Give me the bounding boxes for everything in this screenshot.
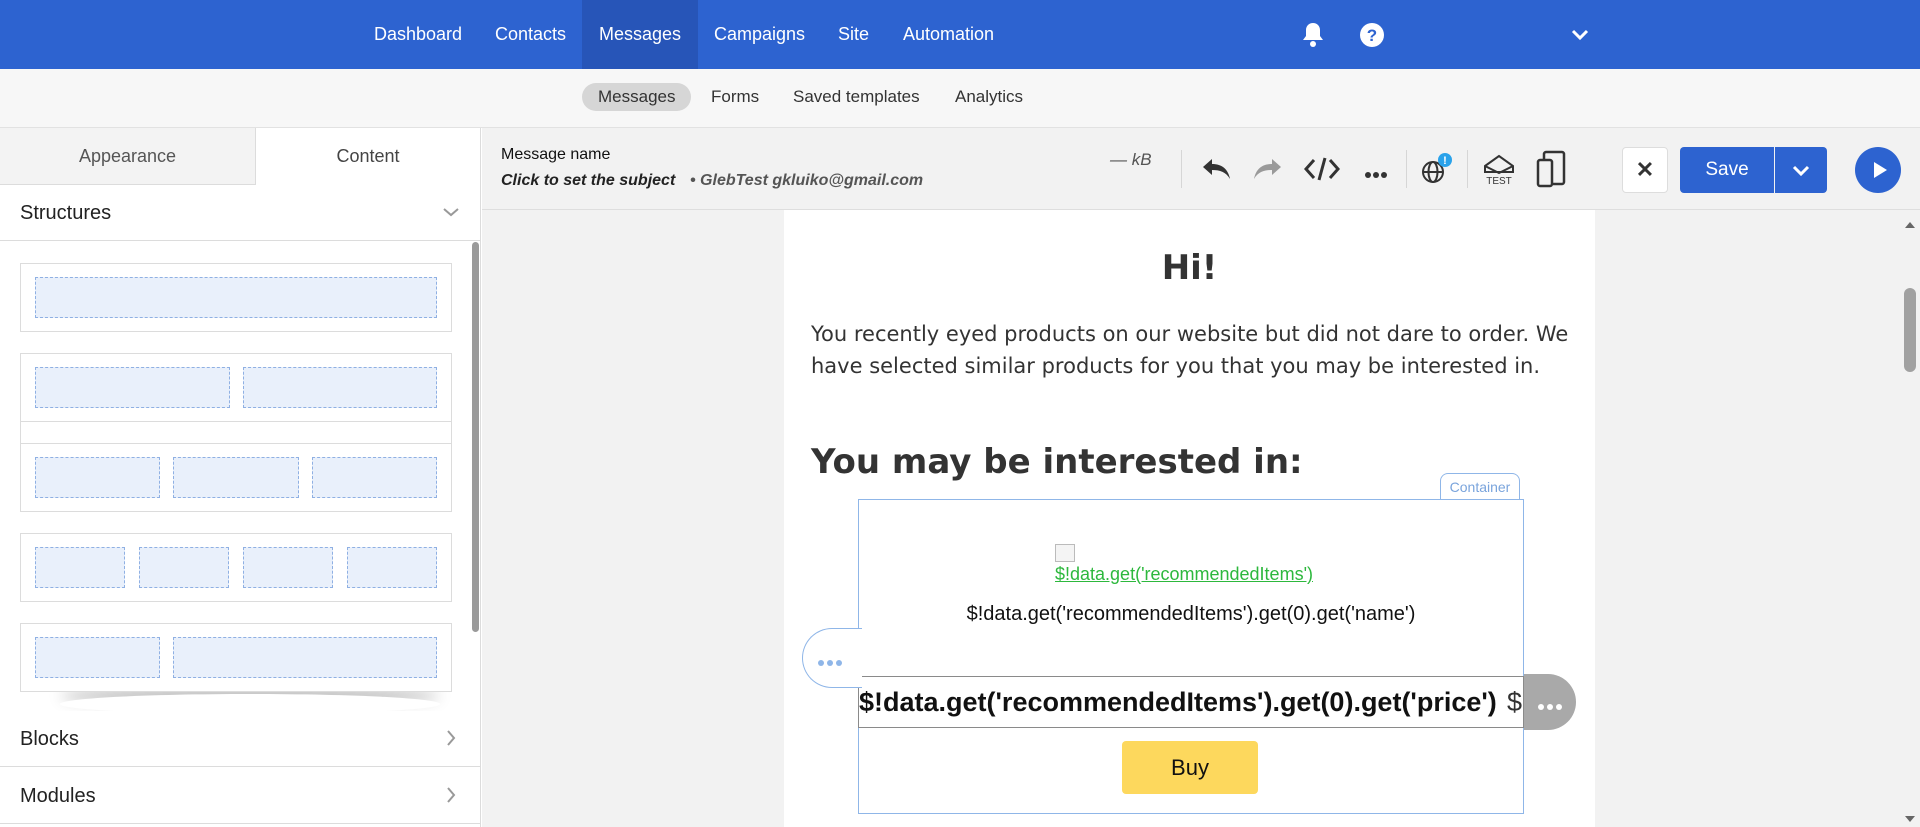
panel-scrollbar[interactable] — [472, 242, 479, 632]
nav-campaigns[interactable]: Campaigns — [697, 0, 822, 69]
nav-contacts[interactable]: Contacts — [478, 0, 583, 69]
structures-list — [0, 242, 470, 712]
chevron-down-icon — [1792, 164, 1810, 182]
blocks-title: Blocks — [20, 728, 79, 750]
globe-icon[interactable]: ! — [1420, 152, 1454, 191]
chevron-right-icon — [442, 727, 460, 754]
chevron-right-icon — [442, 784, 460, 811]
buy-button[interactable]: Buy — [1122, 741, 1258, 794]
product-name[interactable]: $!data.get('recommendedItems').get(0).ge… — [859, 603, 1523, 626]
content-panel: Appearance Content Structures Blocks Mod… — [0, 128, 481, 827]
subject-field[interactable]: Click to set the subject — [501, 172, 675, 190]
nav-messages[interactable]: Messages — [582, 0, 699, 69]
scroll-up-icon[interactable] — [1904, 216, 1916, 234]
account-chevron-down-icon[interactable] — [1571, 28, 1589, 46]
help-icon[interactable]: ? — [1359, 22, 1385, 53]
product-image-link[interactable]: $!data.get('recommendedItems') — [1055, 564, 1313, 585]
subnav-messages[interactable]: Messages — [582, 83, 692, 111]
play-icon — [1872, 161, 1888, 184]
structure-handle[interactable] — [802, 628, 862, 688]
globe-badge: ! — [1443, 155, 1447, 167]
subnav-forms[interactable]: Forms — [695, 83, 775, 111]
more-options-icon — [1537, 698, 1563, 716]
subnav-analytics[interactable]: Analytics — [939, 83, 1039, 111]
tab-appearance[interactable]: Appearance — [0, 128, 256, 185]
save-dropdown-button[interactable] — [1775, 147, 1827, 193]
product-price-row[interactable]: $!data.get('recommendedItems').get(0).ge… — [858, 676, 1524, 728]
canvas-scroll-thumb[interactable] — [1904, 288, 1916, 372]
structures-section-header[interactable]: Structures — [0, 185, 480, 241]
save-button[interactable]: Save — [1680, 147, 1774, 193]
block-handle[interactable] — [1524, 674, 1576, 730]
message-name[interactable]: Message name — [501, 146, 610, 164]
recommendations-heading[interactable]: You may be interested in: — [811, 442, 1303, 482]
container-tag[interactable]: Container — [1440, 473, 1520, 499]
product-image[interactable] — [1055, 544, 1075, 562]
panel-tabs: Appearance Content — [0, 128, 480, 185]
toolbar-divider — [1181, 150, 1182, 188]
top-navigation-bar: Dashboard Contacts Messages Campaigns Si… — [0, 0, 1920, 69]
more-options-icon — [817, 654, 843, 672]
close-button[interactable]: ✕ — [1622, 147, 1668, 193]
greeting-heading[interactable]: Hi! — [784, 248, 1595, 288]
blocks-section-header[interactable]: Blocks — [0, 711, 480, 767]
tab-content[interactable]: Content — [256, 128, 480, 185]
send-button[interactable] — [1855, 147, 1901, 193]
nav-dashboard[interactable]: Dashboard — [357, 0, 479, 69]
code-icon[interactable] — [1303, 156, 1341, 187]
sender-info[interactable]: • GlebTest gkluiko@gmail.com — [690, 172, 923, 190]
undo-icon[interactable] — [1200, 155, 1232, 188]
structures-title: Structures — [20, 202, 112, 224]
editor-toolbar: Message name Click to set the subject • … — [482, 128, 1920, 210]
price-currency: $ — [1507, 687, 1523, 717]
scroll-down-icon[interactable] — [1904, 810, 1916, 827]
test-email-icon[interactable]: TEST — [1482, 152, 1516, 191]
message-size: — kB — [1110, 150, 1152, 169]
structure-1-column[interactable] — [20, 391, 452, 460]
nav-site[interactable]: Site — [821, 0, 886, 69]
more-options-icon[interactable] — [1364, 166, 1388, 184]
nav-automation[interactable]: Automation — [886, 0, 1011, 69]
test-label: TEST — [1486, 176, 1512, 186]
product-container[interactable]: $!data.get('recommendedItems') $!data.ge… — [858, 499, 1524, 814]
chevron-down-icon — [442, 201, 460, 228]
sub-navigation-bar: Messages Forms Saved templates Analytics — [0, 69, 1920, 128]
toolbar-divider — [1406, 150, 1407, 188]
svg-text:?: ? — [1367, 26, 1377, 45]
intro-text[interactable]: You recently eyed products on our websit… — [811, 318, 1571, 382]
email-body: Hi! You recently eyed products on our we… — [784, 210, 1595, 827]
mobile-preview-icon[interactable] — [1536, 150, 1566, 193]
toolbar-divider — [1467, 150, 1468, 188]
editor-canvas: Hi! You recently eyed products on our we… — [482, 210, 1920, 827]
bell-icon[interactable] — [1302, 21, 1324, 52]
modules-section-header[interactable]: Modules — [0, 768, 480, 824]
product-price: $!data.get('recommendedItems').get(0).ge… — [859, 687, 1497, 717]
modules-title: Modules — [20, 785, 96, 807]
subnav-saved-templates[interactable]: Saved templates — [777, 83, 936, 111]
redo-icon[interactable] — [1252, 155, 1284, 188]
